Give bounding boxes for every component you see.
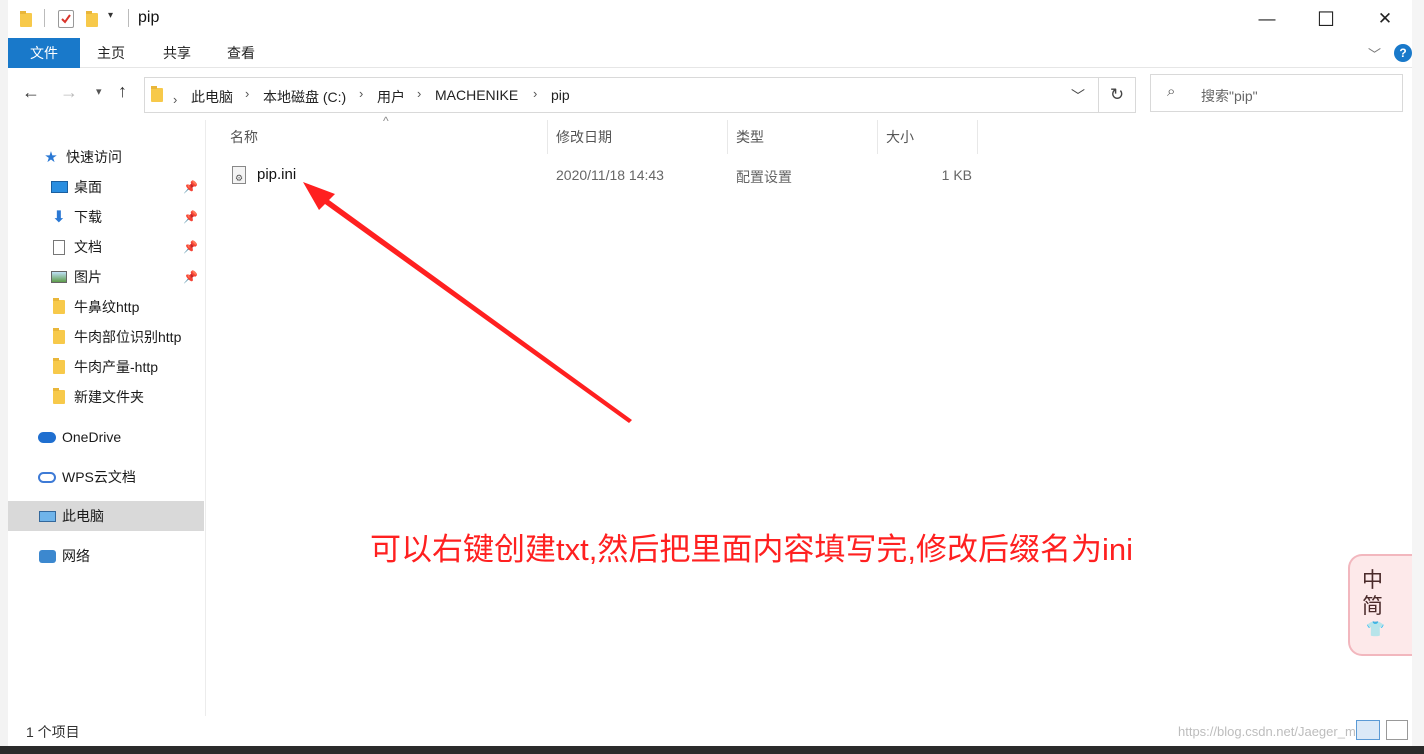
title-bar: ▾ pip — ☐ ✕	[8, 0, 1412, 38]
up-arrow-icon[interactable]: ↑	[118, 81, 127, 102]
folder-icon	[50, 328, 68, 345]
quick-access-dropdown-icon[interactable]: ▾	[108, 10, 113, 21]
help-icon[interactable]: ?	[1394, 44, 1412, 62]
nav-pictures[interactable]: 图片 📌	[8, 262, 204, 292]
background-right-edge	[1412, 0, 1424, 754]
ime-mode-label: 简	[1362, 595, 1383, 618]
navigation-bar: ← → ▾ ↑ › 此电脑 › 本地磁盘 (C:) › 用户 › MACHENI…	[8, 68, 1412, 120]
nav-folder-4[interactable]: 新建文件夹	[8, 382, 204, 412]
shirt-icon: 👕	[1366, 621, 1385, 638]
computer-icon	[38, 508, 56, 524]
file-list: ^ 名称 修改日期 类型 大小 ⚙ pip.ini 2020/11/18 14:…	[207, 114, 1412, 716]
nav-label: OneDrive	[62, 429, 122, 445]
chevron-right-icon: ›	[533, 86, 538, 101]
annotation-text: 可以右键创建txt,然后把里面内容填写完,修改后缀名为ini	[370, 532, 1133, 567]
nav-wps-cloud[interactable]: WPS云文档	[8, 462, 204, 492]
breadcrumb-this-pc[interactable]: 此电脑	[191, 87, 233, 107]
picture-icon	[50, 269, 68, 285]
properties-icon[interactable]	[58, 10, 74, 28]
nav-folder-2[interactable]: 牛肉部位识别http	[8, 322, 204, 352]
tab-view[interactable]: 查看	[214, 38, 268, 68]
nav-documents[interactable]: 文档 📌	[8, 232, 204, 262]
tab-file[interactable]: 文件	[8, 38, 80, 68]
nav-label: 牛肉产量-http	[74, 359, 159, 375]
tab-share[interactable]: 共享	[150, 38, 204, 68]
nav-label: 新建文件夹	[74, 389, 144, 405]
nav-folder-3[interactable]: 牛肉产量-http	[8, 352, 204, 382]
folder-icon	[50, 358, 68, 375]
search-box[interactable]: ⌕ 搜索"pip"	[1150, 74, 1403, 112]
search-input[interactable]: 搜索"pip"	[1201, 86, 1258, 106]
ime-widget[interactable]: 中 简 👕	[1348, 554, 1412, 656]
background-left-edge	[0, 0, 8, 754]
divider	[44, 9, 45, 27]
star-icon: ★	[44, 149, 58, 166]
background-bottom-edge	[0, 746, 1424, 754]
nav-downloads[interactable]: ⬇ 下载 📌	[8, 202, 204, 232]
cloud-outline-icon	[38, 469, 56, 485]
nav-label: 牛鼻纹http	[74, 299, 140, 315]
nav-onedrive[interactable]: OneDrive	[8, 422, 204, 452]
document-icon	[50, 239, 68, 255]
pin-icon[interactable]: 📌	[183, 180, 198, 194]
refresh-icon[interactable]: ↻	[1099, 77, 1136, 113]
folder-icon	[50, 298, 68, 315]
nav-label: 牛肉部位识别http	[74, 329, 182, 345]
tab-home[interactable]: 主页	[84, 38, 138, 68]
address-bar[interactable]: › 此电脑 › 本地磁盘 (C:) › 用户 › MACHENIKE › pip…	[144, 77, 1099, 113]
nav-label: 下载	[74, 209, 102, 225]
chevron-right-icon: ›	[173, 92, 178, 107]
folder-icon	[151, 86, 163, 102]
watermark: https://blog.csdn.net/Jaeger_m	[1178, 724, 1356, 739]
navigation-pane: ★ 快速访问 桌面 📌 ⬇ 下载 📌 文档 📌 图片 📌 牛鼻纹http 牛肉部…	[8, 120, 206, 716]
pin-icon[interactable]: 📌	[183, 240, 198, 254]
minimize-button[interactable]: —	[1238, 0, 1296, 38]
ribbon-bar: 文件 主页 共享 查看 ﹀ ?	[8, 38, 1412, 68]
details-view-icon[interactable]	[1356, 720, 1380, 740]
download-arrow-icon: ⬇	[52, 209, 66, 226]
folder-icon	[20, 11, 32, 27]
maximize-button[interactable]: ☐	[1297, 0, 1355, 38]
new-folder-icon[interactable]	[86, 11, 98, 27]
recent-locations-icon[interactable]: ▾	[96, 85, 102, 98]
nav-quick-access[interactable]: ★ 快速访问	[8, 142, 204, 172]
nav-this-pc[interactable]: 此电脑	[8, 501, 204, 531]
folder-icon	[50, 388, 68, 405]
nav-label: 文档	[74, 239, 102, 255]
chevron-right-icon: ›	[417, 86, 422, 101]
breadcrumb-local-disk[interactable]: 本地磁盘 (C:)	[263, 87, 346, 107]
expand-ribbon-icon[interactable]: ﹀	[1368, 44, 1381, 63]
nav-label: 此电脑	[62, 508, 104, 524]
chevron-right-icon: ›	[245, 86, 250, 101]
cloud-icon	[38, 429, 56, 445]
pin-icon[interactable]: 📌	[183, 270, 198, 284]
desktop-icon	[50, 179, 68, 195]
nav-label: 快速访问	[66, 149, 122, 165]
window-title: pip	[138, 9, 160, 26]
forward-arrow-icon[interactable]: →	[60, 82, 78, 103]
pin-icon[interactable]: 📌	[183, 210, 198, 224]
nav-desktop[interactable]: 桌面 📌	[8, 172, 204, 202]
breadcrumb-users[interactable]: 用户	[377, 87, 405, 107]
address-dropdown-icon[interactable]: ﹀	[1071, 86, 1085, 106]
nav-folder-1[interactable]: 牛鼻纹http	[8, 292, 204, 322]
status-bar: 1 个项目 https://blog.csdn.net/Jaeger_m	[8, 716, 1412, 746]
network-icon	[38, 548, 56, 564]
nav-label: 桌面	[74, 179, 102, 195]
chevron-right-icon: ›	[359, 86, 364, 101]
large-icons-view-icon[interactable]	[1386, 720, 1408, 740]
nav-label: 网络	[62, 548, 90, 564]
annotation-arrow	[303, 182, 632, 423]
breadcrumb-pip[interactable]: pip	[551, 87, 570, 103]
nav-network[interactable]: 网络	[8, 541, 204, 571]
search-icon: ⌕	[1167, 83, 1176, 100]
nav-label: WPS云文档	[62, 469, 136, 485]
breadcrumb-user[interactable]: MACHENIKE	[435, 87, 518, 103]
back-arrow-icon[interactable]: ←	[22, 82, 40, 103]
item-count: 1 个项目	[26, 724, 80, 740]
divider	[128, 9, 129, 27]
nav-label: 图片	[74, 269, 102, 285]
close-button[interactable]: ✕	[1356, 0, 1414, 38]
